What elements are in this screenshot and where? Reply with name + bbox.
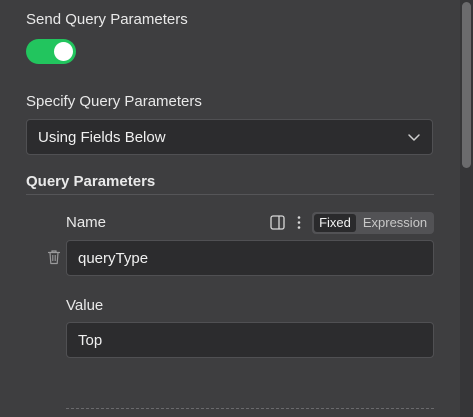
add-parameter-dropzone[interactable] bbox=[66, 408, 434, 409]
parameter-name-input[interactable] bbox=[66, 240, 434, 276]
specify-query-parameters-label: Specify Query Parameters bbox=[26, 93, 202, 110]
section-divider bbox=[26, 194, 434, 195]
trash-icon[interactable] bbox=[47, 249, 61, 265]
toggle-knob bbox=[54, 42, 73, 61]
chevron-down-icon bbox=[408, 134, 420, 141]
name-label: Name bbox=[66, 214, 107, 231]
value-mode-toggle: Fixed Expression bbox=[312, 212, 434, 234]
mode-expression-option[interactable]: Expression bbox=[360, 214, 430, 232]
scrollbar-track[interactable] bbox=[460, 0, 473, 417]
send-query-parameters-toggle[interactable] bbox=[26, 39, 76, 64]
parameters-panel: Send Query Parameters Specify Query Para… bbox=[0, 0, 461, 417]
value-label: Value bbox=[66, 297, 104, 314]
specify-query-parameters-select[interactable]: Using Fields Below bbox=[26, 119, 433, 155]
more-vertical-icon[interactable] bbox=[294, 215, 304, 230]
scrollbar-thumb[interactable] bbox=[462, 2, 471, 168]
parameter-value-input[interactable] bbox=[66, 322, 434, 358]
mode-fixed-option[interactable]: Fixed bbox=[314, 214, 356, 232]
select-value: Using Fields Below bbox=[38, 129, 166, 146]
send-query-parameters-label: Send Query Parameters bbox=[26, 11, 188, 28]
query-parameters-heading: Query Parameters bbox=[26, 173, 156, 190]
side-panel-icon[interactable] bbox=[270, 215, 285, 230]
